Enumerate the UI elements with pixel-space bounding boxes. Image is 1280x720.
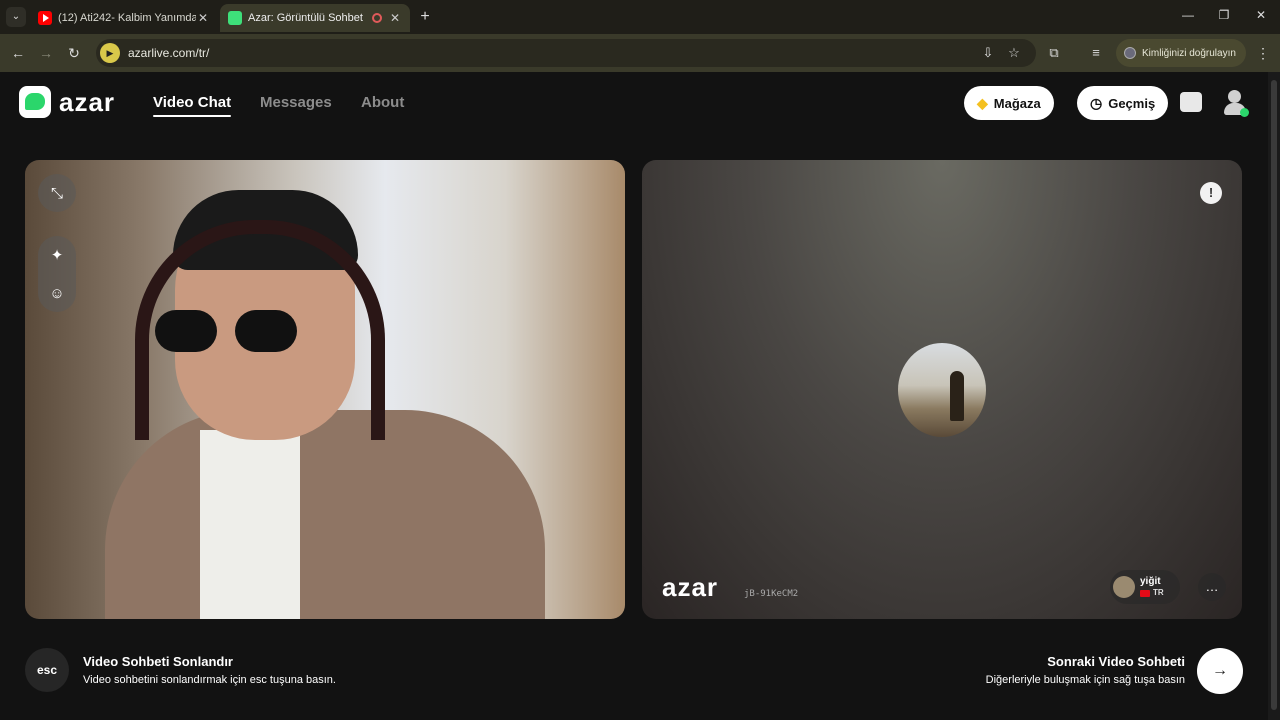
reload-icon[interactable]: ↻ — [64, 43, 84, 63]
install-app-icon[interactable]: ⇩ — [980, 45, 996, 61]
recording-icon — [372, 13, 382, 23]
azar-icon — [228, 11, 242, 25]
history-button[interactable]: ◷ Geçmiş — [1077, 86, 1169, 120]
address-bar[interactable]: ▶ azarlive.com/tr/ ⇩ ☆ — [96, 39, 1036, 67]
browser-toolbar: ← → ↻ ▶ azarlive.com/tr/ ⇩ ☆ ⧉ ≡ Kimliği… — [0, 34, 1280, 72]
tab-youtube[interactable]: (12) Ati242- Kalbim Yanımda (O ✕ — [30, 4, 218, 32]
forward-icon[interactable]: → — [36, 43, 56, 63]
profile-avatar-icon[interactable] — [1222, 88, 1249, 117]
peer-country: TR — [1153, 588, 1164, 597]
store-button[interactable]: ◆ Mağaza — [964, 86, 1054, 120]
youtube-icon — [38, 11, 52, 25]
azar-logo[interactable]: azar — [19, 86, 115, 118]
effects-panel: ✦ ☺ — [38, 236, 76, 312]
tab-close-icon[interactable]: ✕ — [388, 11, 402, 25]
new-tab-icon[interactable]: + — [416, 8, 434, 26]
camera-permission-icon[interactable]: ▶ — [100, 43, 120, 63]
magic-wand-icon[interactable]: ✦ — [38, 236, 76, 274]
history-label: Geçmiş — [1108, 95, 1156, 111]
tab-azar[interactable]: Azar: Görüntülü Sohbet & Y ✕ — [220, 4, 410, 32]
browser-menu-icon[interactable]: ⋮ — [1256, 45, 1270, 62]
remote-video: ! azar jB-91KeCM2 yiğit TR … — [642, 160, 1242, 619]
extensions-icon[interactable]: ⧉ — [1046, 45, 1062, 61]
end-chat-title: Video Sohbeti Sonlandır — [83, 654, 233, 669]
session-code: jB-91KeCM2 — [744, 589, 799, 599]
tab-search-chevron-icon[interactable]: ⌄ — [6, 7, 26, 27]
report-icon[interactable]: ! — [1200, 182, 1222, 204]
bookmark-star-icon[interactable]: ☆ — [1006, 45, 1022, 61]
browser-tabstrip: ⌄ (12) Ati242- Kalbim Yanımda (O ✕ Azar:… — [0, 0, 1280, 34]
next-chat-button[interactable]: → — [1197, 648, 1243, 694]
logo-text: azar — [59, 86, 116, 117]
clock-icon: ◷ — [1090, 94, 1103, 111]
peer-avatar — [1113, 576, 1135, 598]
next-chat-title: Sonraki Video Sohbeti — [1047, 654, 1185, 669]
tab-title: Azar: Görüntülü Sohbet & Y — [248, 12, 366, 24]
peer-profile-photo — [898, 343, 986, 437]
diamond-icon: ◆ — [977, 94, 988, 111]
back-icon[interactable]: ← — [8, 43, 28, 63]
end-chat-subtitle: Video sohbetini sonlandırmak için esc tu… — [83, 674, 336, 686]
profile-dot-icon — [1124, 47, 1136, 59]
verify-identity-button[interactable]: Kimliğinizi doğrulayın — [1116, 39, 1246, 67]
chat-bubble-icon[interactable]: … — [1198, 573, 1226, 601]
peer-info[interactable]: yiğit TR — [1110, 570, 1180, 604]
store-label: Mağaza — [993, 95, 1041, 111]
nav-video-chat[interactable]: Video Chat — [153, 94, 232, 117]
collapse-icon: ⤡ — [50, 184, 63, 202]
minimize-video-button[interactable]: ⤡ — [38, 174, 76, 212]
next-chat-subtitle: Diğerleriyle buluşmak için sağ tuşa bası… — [985, 674, 1185, 686]
online-badge — [1240, 108, 1249, 117]
media-controls-icon[interactable]: ≡ — [1088, 45, 1104, 61]
tab-close-icon[interactable]: ✕ — [196, 11, 210, 25]
face-filter-icon[interactable]: ☺ — [38, 274, 76, 312]
turkey-flag-icon — [1140, 589, 1150, 597]
inbox-box-icon[interactable] — [1180, 92, 1202, 112]
azar-logo-icon — [19, 86, 51, 118]
azar-watermark: azar — [662, 572, 719, 602]
restore-icon[interactable]: ❐ — [1214, 8, 1234, 22]
nav-messages[interactable]: Messages — [260, 94, 332, 111]
tab-title: (12) Ati242- Kalbim Yanımda (O — [58, 12, 196, 24]
url-text[interactable]: azarlive.com/tr/ — [128, 46, 209, 60]
verify-label: Kimliğinizi doğrulayın — [1142, 47, 1236, 59]
peer-name: yiğit — [1140, 576, 1161, 587]
local-video: ⤡ ✦ ☺ — [25, 160, 625, 619]
page-content: azar Video Chat Messages About ◆ Mağaza … — [0, 72, 1268, 720]
window-close-icon[interactable]: ✕ — [1251, 8, 1271, 22]
nav-about[interactable]: About — [361, 94, 404, 111]
end-chat-button[interactable]: esc — [25, 648, 69, 692]
minimize-icon[interactable]: — — [1178, 8, 1198, 22]
page-scrollbar[interactable] — [1268, 72, 1280, 720]
